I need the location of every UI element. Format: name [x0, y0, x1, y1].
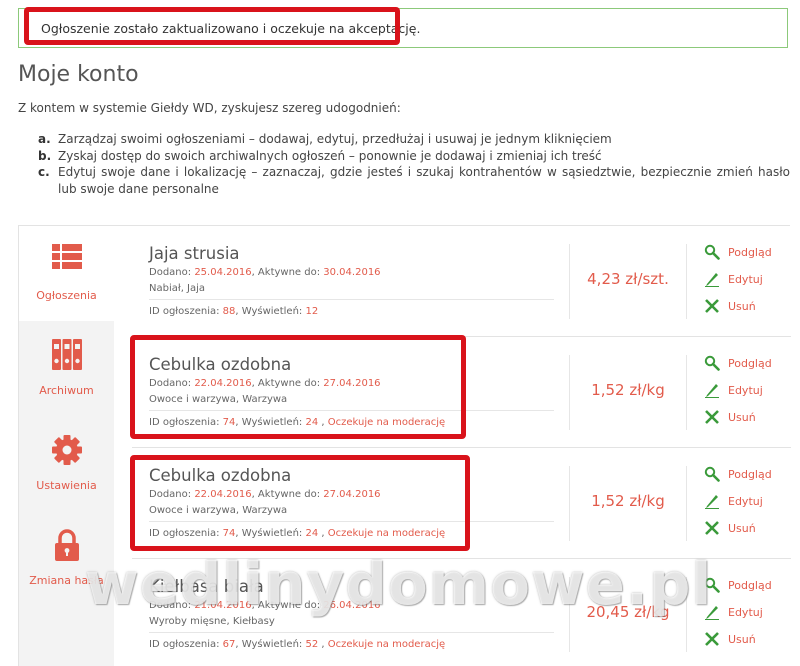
listing-price: 4,23 zł/szt. [587, 270, 669, 288]
listing-price: 20,45 zł/kg [586, 603, 670, 621]
listing-id: 67 [222, 639, 236, 650]
page-title: Moje konto [18, 62, 139, 87]
listing-views: 52 [305, 639, 319, 650]
binders-icon [52, 339, 82, 370]
moderation-status: Oczekuje na moderację [327, 639, 446, 650]
benefits-list: a. Zarządzaj swoimi ogłoszeniami – dodawa… [38, 131, 790, 197]
preview-button[interactable]: Podgląd [704, 577, 789, 604]
listing-category: Wyroby mięsne, Kiełbasy [149, 616, 275, 627]
listing-meta: ID ogłoszenia: 88, Wyświetleń: 12 [149, 306, 319, 317]
active-until-date: 30.04.2016 [323, 267, 381, 278]
magnifier-icon [704, 466, 720, 482]
account-sidebar: Ogłoszenia Archiwum Ustawienia Zmiana ha… [19, 226, 114, 666]
sidebar-item-ustawienia[interactable]: Ustawienia [19, 416, 114, 511]
divider [686, 577, 687, 652]
lock-icon [55, 529, 79, 561]
close-icon [705, 410, 719, 424]
listing-id: 88 [222, 306, 236, 317]
listing-actions: Podgląd Edytuj Usuń [704, 355, 789, 436]
listing-dates: Dodano: 25.04.2016, Aktywne do: 30.04.20… [149, 267, 381, 278]
divider [686, 355, 687, 430]
sidebar-item-label: Archiwum [39, 384, 94, 397]
magnifier-icon [704, 244, 720, 260]
sidebar-item-ogloszenia[interactable]: Ogłoszenia [19, 226, 114, 321]
listing-actions: Podgląd Edytuj Usuń [704, 244, 789, 325]
listing-actions: Podgląd Edytuj Usuń [704, 466, 789, 547]
preview-button[interactable]: Podgląd [704, 244, 789, 271]
close-icon [705, 521, 719, 535]
sidebar-item-archiwum[interactable]: Archiwum [19, 321, 114, 416]
listing-price: 1,52 zł/kg [591, 492, 665, 510]
divider [686, 466, 687, 541]
pencil-icon [705, 495, 719, 509]
highlight-box [24, 7, 400, 45]
listing-dates: Dodano: 21.04.2016, Aktywne do: 26.04.20… [149, 600, 381, 611]
pencil-icon [705, 606, 719, 620]
delete-button[interactable]: Usuń [704, 298, 789, 325]
edit-button[interactable]: Edytuj [704, 382, 789, 409]
delete-button[interactable]: Usuń [704, 520, 789, 547]
account-panel: Ogłoszenia Archiwum Ustawienia Zmiana ha… [18, 225, 791, 666]
divider [149, 632, 554, 633]
listing-row: Jaja strusia Dodano: 25.04.2016, Aktywne… [132, 226, 791, 337]
preview-button[interactable]: Podgląd [704, 355, 789, 382]
delete-button[interactable]: Usuń [704, 409, 789, 436]
listing-category: Nabiał, Jaja [149, 283, 206, 294]
highlight-box [130, 335, 466, 439]
magnifier-icon [704, 355, 720, 371]
preview-button[interactable]: Podgląd [704, 466, 789, 493]
delete-button[interactable]: Usuń [704, 631, 789, 658]
listing-row: Kiełbasa biała Dodano: 21.04.2016, Aktyw… [132, 559, 791, 666]
listing-title[interactable]: Kiełbasa biała [149, 577, 264, 596]
active-until-date: 26.04.2016 [323, 600, 381, 611]
magnifier-icon [704, 577, 720, 593]
benefit-item: c. Edytuj swoje dane i lokalizację – zazn… [38, 165, 790, 196]
added-date: 21.04.2016 [194, 600, 252, 611]
listing-views: 12 [305, 306, 319, 317]
close-icon [705, 632, 719, 646]
sidebar-item-zmiana-hasla[interactable]: Zmiana hasła [19, 511, 114, 606]
benefit-item: a. Zarządzaj swoimi ogłoszeniami – dodawa… [38, 132, 612, 146]
pencil-icon [705, 273, 719, 287]
sidebar-item-label: Zmiana hasła [29, 574, 104, 587]
sidebar-item-label: Ustawienia [36, 479, 97, 492]
edit-button[interactable]: Edytuj [704, 604, 789, 631]
listing-price: 1,52 zł/kg [591, 381, 665, 399]
sidebar-item-label: Ogłoszenia [36, 289, 97, 302]
listing-meta: ID ogłoszenia: 67, Wyświetleń: 52 , Ocze… [149, 639, 446, 650]
divider [686, 244, 687, 319]
edit-button[interactable]: Edytuj [704, 493, 789, 520]
added-date: 25.04.2016 [194, 267, 252, 278]
benefit-item: b. Zyskaj dostęp do swoich archiwalnych o… [38, 148, 602, 163]
highlight-box [130, 455, 470, 551]
listing-actions: Podgląd Edytuj Usuń [704, 577, 789, 658]
edit-button[interactable]: Edytuj [704, 271, 789, 298]
listing-title[interactable]: Jaja strusia [149, 244, 240, 263]
intro-text: Z kontem w systemie Giełdy WD, zyskujesz… [18, 101, 401, 115]
pencil-icon [705, 384, 719, 398]
list-icon [52, 244, 82, 269]
close-icon [705, 299, 719, 313]
divider [149, 299, 554, 300]
gear-icon [52, 435, 82, 465]
